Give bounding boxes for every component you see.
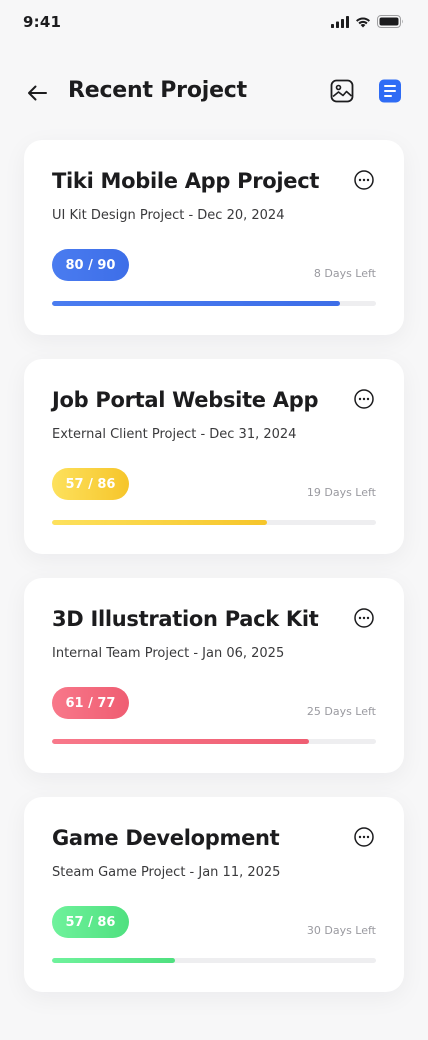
progress-fill <box>52 958 176 963</box>
progress-track <box>52 301 376 306</box>
image-button[interactable] <box>329 78 355 104</box>
more-horizontal-icon[interactable] <box>354 170 374 190</box>
header: Recent Project <box>0 64 428 120</box>
status-bar: 9:41 <box>0 0 428 46</box>
days-left: 19 Days Left <box>306 486 376 499</box>
more-horizontal-icon[interactable] <box>354 608 374 628</box>
more-horizontal-icon[interactable] <box>354 389 374 409</box>
project-card-2[interactable]: Job Portal Website App External Client P… <box>24 359 404 554</box>
list-icon <box>379 79 401 103</box>
project-subtitle: Steam Game Project - Jan 11, 2025 <box>52 865 281 880</box>
project-subtitle: Internal Team Project - Jan 06, 2025 <box>52 646 285 661</box>
days-left: 8 Days Left <box>313 267 376 280</box>
project-title: 3D Illustration Pack Kit <box>52 607 319 631</box>
signal-icon <box>331 15 349 28</box>
battery-icon <box>377 15 403 28</box>
project-card-4[interactable]: Game Development Steam Game Project - Ja… <box>24 797 404 992</box>
project-title: Job Portal Website App <box>52 388 319 412</box>
progress-track <box>52 958 376 963</box>
project-subtitle: UI Kit Design Project - Dec 20, 2024 <box>52 208 285 223</box>
more-horizontal-icon[interactable] <box>354 827 374 847</box>
back-button[interactable] <box>24 80 50 106</box>
project-title: Game Development <box>52 826 280 850</box>
progress-badge: 80 / 90 <box>52 249 129 281</box>
list-button[interactable] <box>377 78 403 104</box>
status-icons <box>331 15 404 28</box>
project-card-3[interactable]: 3D Illustration Pack Kit Internal Team P… <box>24 578 404 773</box>
project-subtitle: External Client Project - Dec 31, 2024 <box>52 427 297 442</box>
progress-badge: 61 / 77 <box>52 687 129 719</box>
progress-fill <box>52 301 340 306</box>
days-left: 25 Days Left <box>306 705 376 718</box>
wifi-icon <box>356 17 370 27</box>
status-time: 9:41 <box>23 13 62 31</box>
progress-badge: 57 / 86 <box>52 906 129 938</box>
page-title: Recent Project <box>68 78 247 103</box>
progress-badge: 57 / 86 <box>52 468 129 500</box>
project-title: Tiki Mobile App Project <box>52 169 320 193</box>
progress-fill <box>52 520 267 525</box>
progress-fill <box>52 739 309 744</box>
project-card-1[interactable]: Tiki Mobile App Project UI Kit Design Pr… <box>24 140 404 335</box>
arrow-left-icon <box>28 85 47 101</box>
days-left: 30 Days Left <box>306 924 376 937</box>
progress-track <box>52 739 376 744</box>
progress-track <box>52 520 376 525</box>
image-icon <box>330 79 354 103</box>
